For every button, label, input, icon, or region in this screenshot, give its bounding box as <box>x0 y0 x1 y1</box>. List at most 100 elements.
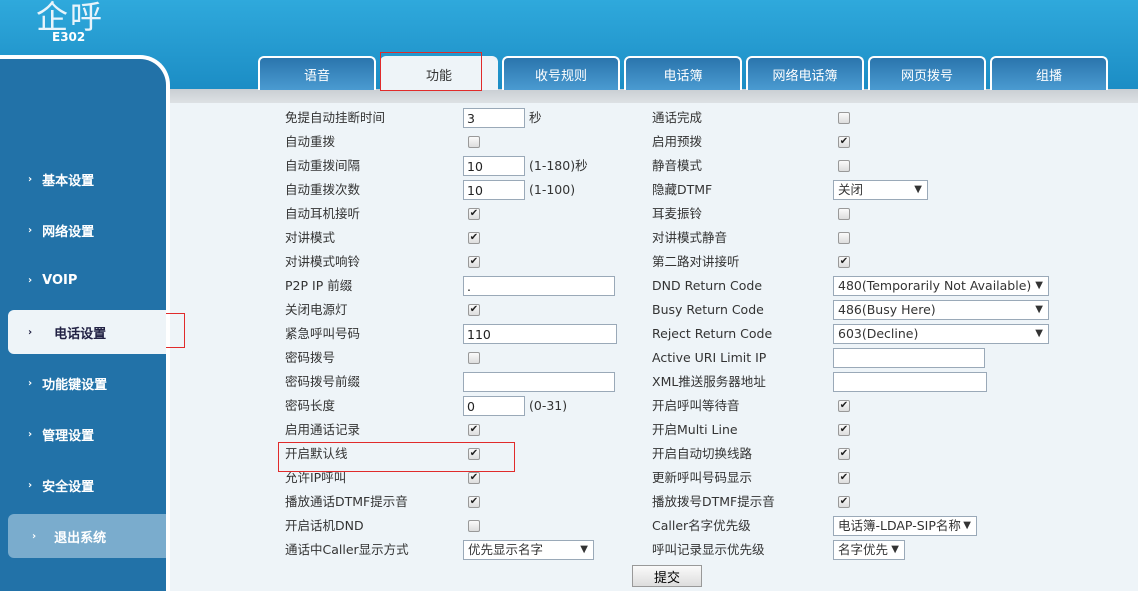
field-label: 隐藏DTMF <box>652 182 713 197</box>
tab-3[interactable]: 电话簿 <box>624 56 742 90</box>
select-dropdown[interactable]: 480(Temporarily Not Available) ▼ <box>833 276 1049 296</box>
checkbox[interactable]: ✔ <box>838 496 850 508</box>
text-input[interactable] <box>463 276 615 296</box>
chevron-right-icon: › <box>32 530 37 542</box>
sidebar-item-4[interactable]: › 功能键设置 <box>0 361 166 405</box>
field-label: 密码长度 <box>285 398 336 413</box>
sidebar-item-0[interactable]: › 基本设置 <box>0 157 166 201</box>
sidebar-item-1[interactable]: › 网络设置 <box>0 208 166 252</box>
sidebar-item-7[interactable]: › 退出系统 <box>8 514 166 558</box>
checkbox[interactable] <box>468 520 480 532</box>
chevron-right-icon: › <box>28 173 33 185</box>
checkbox[interactable]: ✔ <box>838 448 850 460</box>
text-input[interactable] <box>463 108 525 128</box>
checkbox[interactable]: ✔ <box>468 424 480 436</box>
select-dropdown[interactable]: 电话簿-LDAP-SIP名称 ▼ <box>833 516 977 536</box>
select-value: 优先显示名字 <box>468 542 544 557</box>
checkbox[interactable]: ✔ <box>468 304 480 316</box>
checkbox[interactable]: ✔ <box>468 448 480 460</box>
field-label: 第二路对讲接听 <box>652 254 740 269</box>
sidebar-item-2[interactable]: › VOIP <box>0 258 166 302</box>
field-label: Reject Return Code <box>652 326 773 341</box>
tab-0[interactable]: 语音 <box>258 56 376 90</box>
text-input[interactable] <box>833 372 987 392</box>
select-value: 关闭 <box>838 182 864 197</box>
field-label: 免提自动挂断时间 <box>285 110 386 125</box>
tab-5[interactable]: 网页拨号 <box>868 56 986 90</box>
dropdown-arrow-icon: ▼ <box>580 544 588 555</box>
select-dropdown[interactable]: 名字优先 ▼ <box>833 540 905 560</box>
tab-4[interactable]: 网络电话簿 <box>746 56 864 90</box>
checkbox[interactable]: ✔ <box>838 256 850 268</box>
field-label: 开启默认线 <box>285 446 348 461</box>
dropdown-arrow-icon: ▼ <box>963 520 971 531</box>
sidebar-item-3[interactable]: › 电话设置 <box>8 310 166 354</box>
select-dropdown[interactable]: 486(Busy Here) ▼ <box>833 300 1049 320</box>
text-input[interactable] <box>463 156 525 176</box>
text-input[interactable] <box>833 348 985 368</box>
checkbox[interactable]: ✔ <box>468 256 480 268</box>
field-label: 更新呼叫号码显示 <box>652 470 753 485</box>
checkbox[interactable] <box>838 232 850 244</box>
checkbox[interactable] <box>468 136 480 148</box>
checkbox[interactable]: ✔ <box>838 472 850 484</box>
sidebar-item-5[interactable]: › 管理设置 <box>0 412 166 456</box>
chevron-right-icon: › <box>28 326 33 338</box>
checkbox[interactable]: ✔ <box>468 232 480 244</box>
tab-2[interactable]: 收号规则 <box>502 56 620 90</box>
input-suffix: (1-180)秒 <box>529 158 588 173</box>
sidebar-item-label: 管理设置 <box>42 428 95 444</box>
sidebar-item-label: 功能键设置 <box>42 377 108 393</box>
checkbox[interactable]: ✔ <box>468 472 480 484</box>
field-label: 对讲模式响铃 <box>285 254 361 269</box>
checkbox[interactable]: ✔ <box>468 496 480 508</box>
field-label: Active URI Limit IP <box>652 350 767 365</box>
text-input[interactable] <box>463 180 525 200</box>
checkbox[interactable] <box>468 352 480 364</box>
tab-6[interactable]: 组播 <box>990 56 1108 90</box>
field-label: 呼叫记录显示优先级 <box>652 542 765 557</box>
select-dropdown[interactable]: 优先显示名字 ▼ <box>463 540 594 560</box>
tab-underbar <box>170 89 1138 103</box>
field-label: 开启呼叫等待音 <box>652 398 740 413</box>
field-label: P2P IP 前缀 <box>285 278 353 293</box>
select-value: 603(Decline) <box>838 326 919 341</box>
field-label: Busy Return Code <box>652 302 764 317</box>
field-label: 自动重拨次数 <box>285 182 361 197</box>
sidebar-item-label: 电话设置 <box>54 326 107 342</box>
checkbox[interactable] <box>838 112 850 124</box>
input-suffix: 秒 <box>529 110 542 125</box>
checkbox[interactable]: ✔ <box>838 136 850 148</box>
checkbox[interactable]: ✔ <box>838 424 850 436</box>
tab-1[interactable]: 功能 <box>380 56 498 90</box>
text-input[interactable] <box>463 372 615 392</box>
submit-button[interactable]: 提交 <box>632 565 702 587</box>
chevron-right-icon: › <box>28 479 33 491</box>
sidebar-item-label: 退出系统 <box>54 530 107 546</box>
checkbox[interactable] <box>838 160 850 172</box>
text-input[interactable] <box>463 396 525 416</box>
field-label: 自动重拨间隔 <box>285 158 361 173</box>
select-dropdown[interactable]: 603(Decline) ▼ <box>833 324 1049 344</box>
field-label: 通话中Caller显示方式 <box>285 542 409 557</box>
dropdown-arrow-icon: ▼ <box>1035 280 1043 291</box>
dropdown-arrow-icon: ▼ <box>891 544 899 555</box>
sidebar-item-6[interactable]: › 安全设置 <box>0 463 166 507</box>
field-label: 启用预拨 <box>652 134 703 149</box>
select-dropdown[interactable]: 关闭 ▼ <box>833 180 928 200</box>
text-input[interactable] <box>463 324 617 344</box>
checkbox[interactable]: ✔ <box>838 400 850 412</box>
dropdown-arrow-icon: ▼ <box>1035 304 1043 315</box>
field-label: 允许IP呼叫 <box>285 470 347 485</box>
sidebar-item-label: 基本设置 <box>42 173 95 189</box>
field-label: 播放通话DTMF提示音 <box>285 494 408 509</box>
field-label: 对讲模式静音 <box>652 230 728 245</box>
field-label: DND Return Code <box>652 278 763 293</box>
field-label: 通话完成 <box>652 110 703 125</box>
select-value: 电话簿-LDAP-SIP名称 <box>838 518 961 533</box>
field-label: XML推送服务器地址 <box>652 374 766 389</box>
checkbox[interactable]: ✔ <box>468 208 480 220</box>
chevron-right-icon: › <box>28 377 33 389</box>
field-label: 开启话机DND <box>285 518 364 533</box>
checkbox[interactable] <box>838 208 850 220</box>
